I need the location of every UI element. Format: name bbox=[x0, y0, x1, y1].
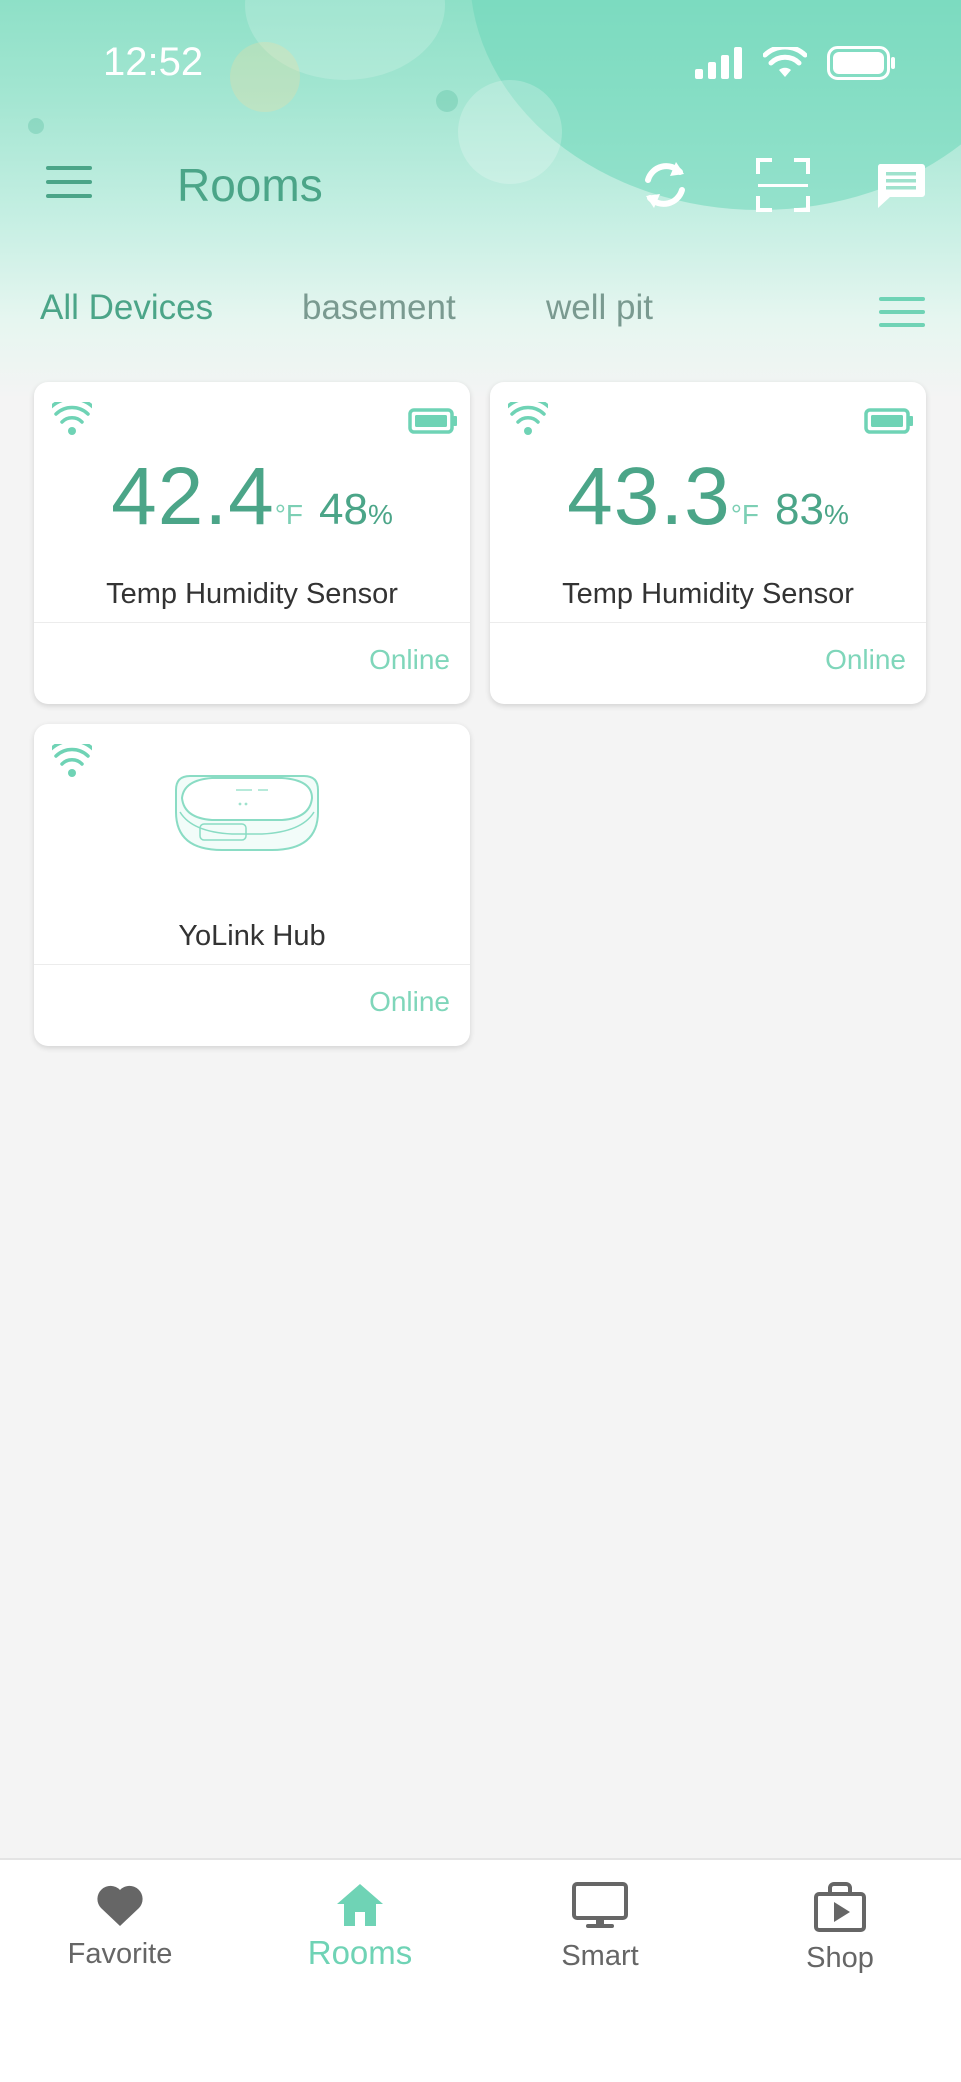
temperature-unit: °F bbox=[730, 499, 760, 530]
wifi-signal-icon bbox=[52, 744, 92, 777]
device-card-hub[interactable]: YoLink Hub Online bbox=[34, 724, 470, 1046]
device-name: Temp Humidity Sensor bbox=[562, 578, 854, 610]
battery-icon bbox=[864, 408, 913, 434]
temperature-value: 43.3 bbox=[567, 451, 731, 542]
tab-basement[interactable]: basement bbox=[302, 288, 456, 328]
device-name: Temp Humidity Sensor bbox=[106, 578, 398, 610]
nav-smart[interactable]: Smart bbox=[480, 1882, 720, 1973]
nav-label: Rooms bbox=[307, 1934, 413, 1971]
sync-icon[interactable] bbox=[640, 158, 690, 212]
tab-well-pit[interactable]: well pit bbox=[546, 288, 653, 328]
humidity-value: 48 bbox=[319, 485, 368, 534]
device-status: Online bbox=[369, 644, 450, 675]
nav-favorite[interactable]: Favorite bbox=[0, 1882, 240, 1971]
app-header: Rooms bbox=[0, 140, 961, 230]
message-icon[interactable] bbox=[876, 162, 926, 210]
menu-icon[interactable] bbox=[46, 164, 92, 200]
cellular-signal-icon bbox=[695, 47, 742, 79]
humidity-value: 83 bbox=[775, 485, 824, 534]
device-card[interactable]: 43.3°F 83% Temp Humidity Sensor Online bbox=[490, 382, 926, 704]
temperature-value: 42.4 bbox=[111, 451, 275, 542]
device-status: Online bbox=[369, 986, 450, 1017]
room-list-menu-icon[interactable] bbox=[879, 296, 925, 328]
status-time: 12:52 bbox=[103, 40, 204, 84]
sensor-reading: 42.4°F 48% bbox=[34, 450, 470, 544]
humidity-unit: % bbox=[367, 499, 393, 530]
humidity-unit: % bbox=[823, 499, 849, 530]
wifi-status-icon bbox=[763, 47, 807, 77]
monitor-icon bbox=[572, 1882, 628, 1928]
nav-rooms[interactable]: Rooms bbox=[240, 1882, 480, 1972]
device-status: Online bbox=[825, 644, 906, 675]
page-title: Rooms bbox=[177, 159, 323, 211]
battery-status-icon bbox=[827, 46, 895, 80]
device-name: YoLink Hub bbox=[178, 920, 326, 952]
heart-icon bbox=[97, 1885, 143, 1926]
shop-bag-icon bbox=[814, 1882, 866, 1932]
room-tabs: All Devices basement well pit bbox=[0, 280, 961, 340]
battery-icon bbox=[408, 408, 457, 434]
sensor-reading: 43.3°F 83% bbox=[490, 450, 926, 544]
hub-device-icon bbox=[175, 775, 319, 851]
home-icon bbox=[337, 1884, 383, 1926]
wifi-signal-icon bbox=[52, 402, 92, 435]
card-divider bbox=[34, 622, 470, 623]
temperature-unit: °F bbox=[274, 499, 304, 530]
nav-shop[interactable]: Shop bbox=[720, 1882, 960, 1975]
bottom-navigation: Favorite Rooms Smart Shop bbox=[0, 1858, 961, 2082]
wifi-signal-icon bbox=[508, 402, 548, 435]
card-divider bbox=[490, 622, 926, 623]
nav-label: Smart bbox=[561, 1940, 639, 1972]
device-card[interactable]: 42.4°F 48% Temp Humidity Sensor Online bbox=[34, 382, 470, 704]
tab-all-devices[interactable]: All Devices bbox=[40, 288, 213, 328]
scan-icon[interactable] bbox=[756, 158, 810, 212]
nav-label: Favorite bbox=[67, 1938, 173, 1970]
nav-label: Shop bbox=[806, 1942, 874, 1974]
card-divider bbox=[34, 964, 470, 965]
status-icons bbox=[695, 46, 897, 80]
